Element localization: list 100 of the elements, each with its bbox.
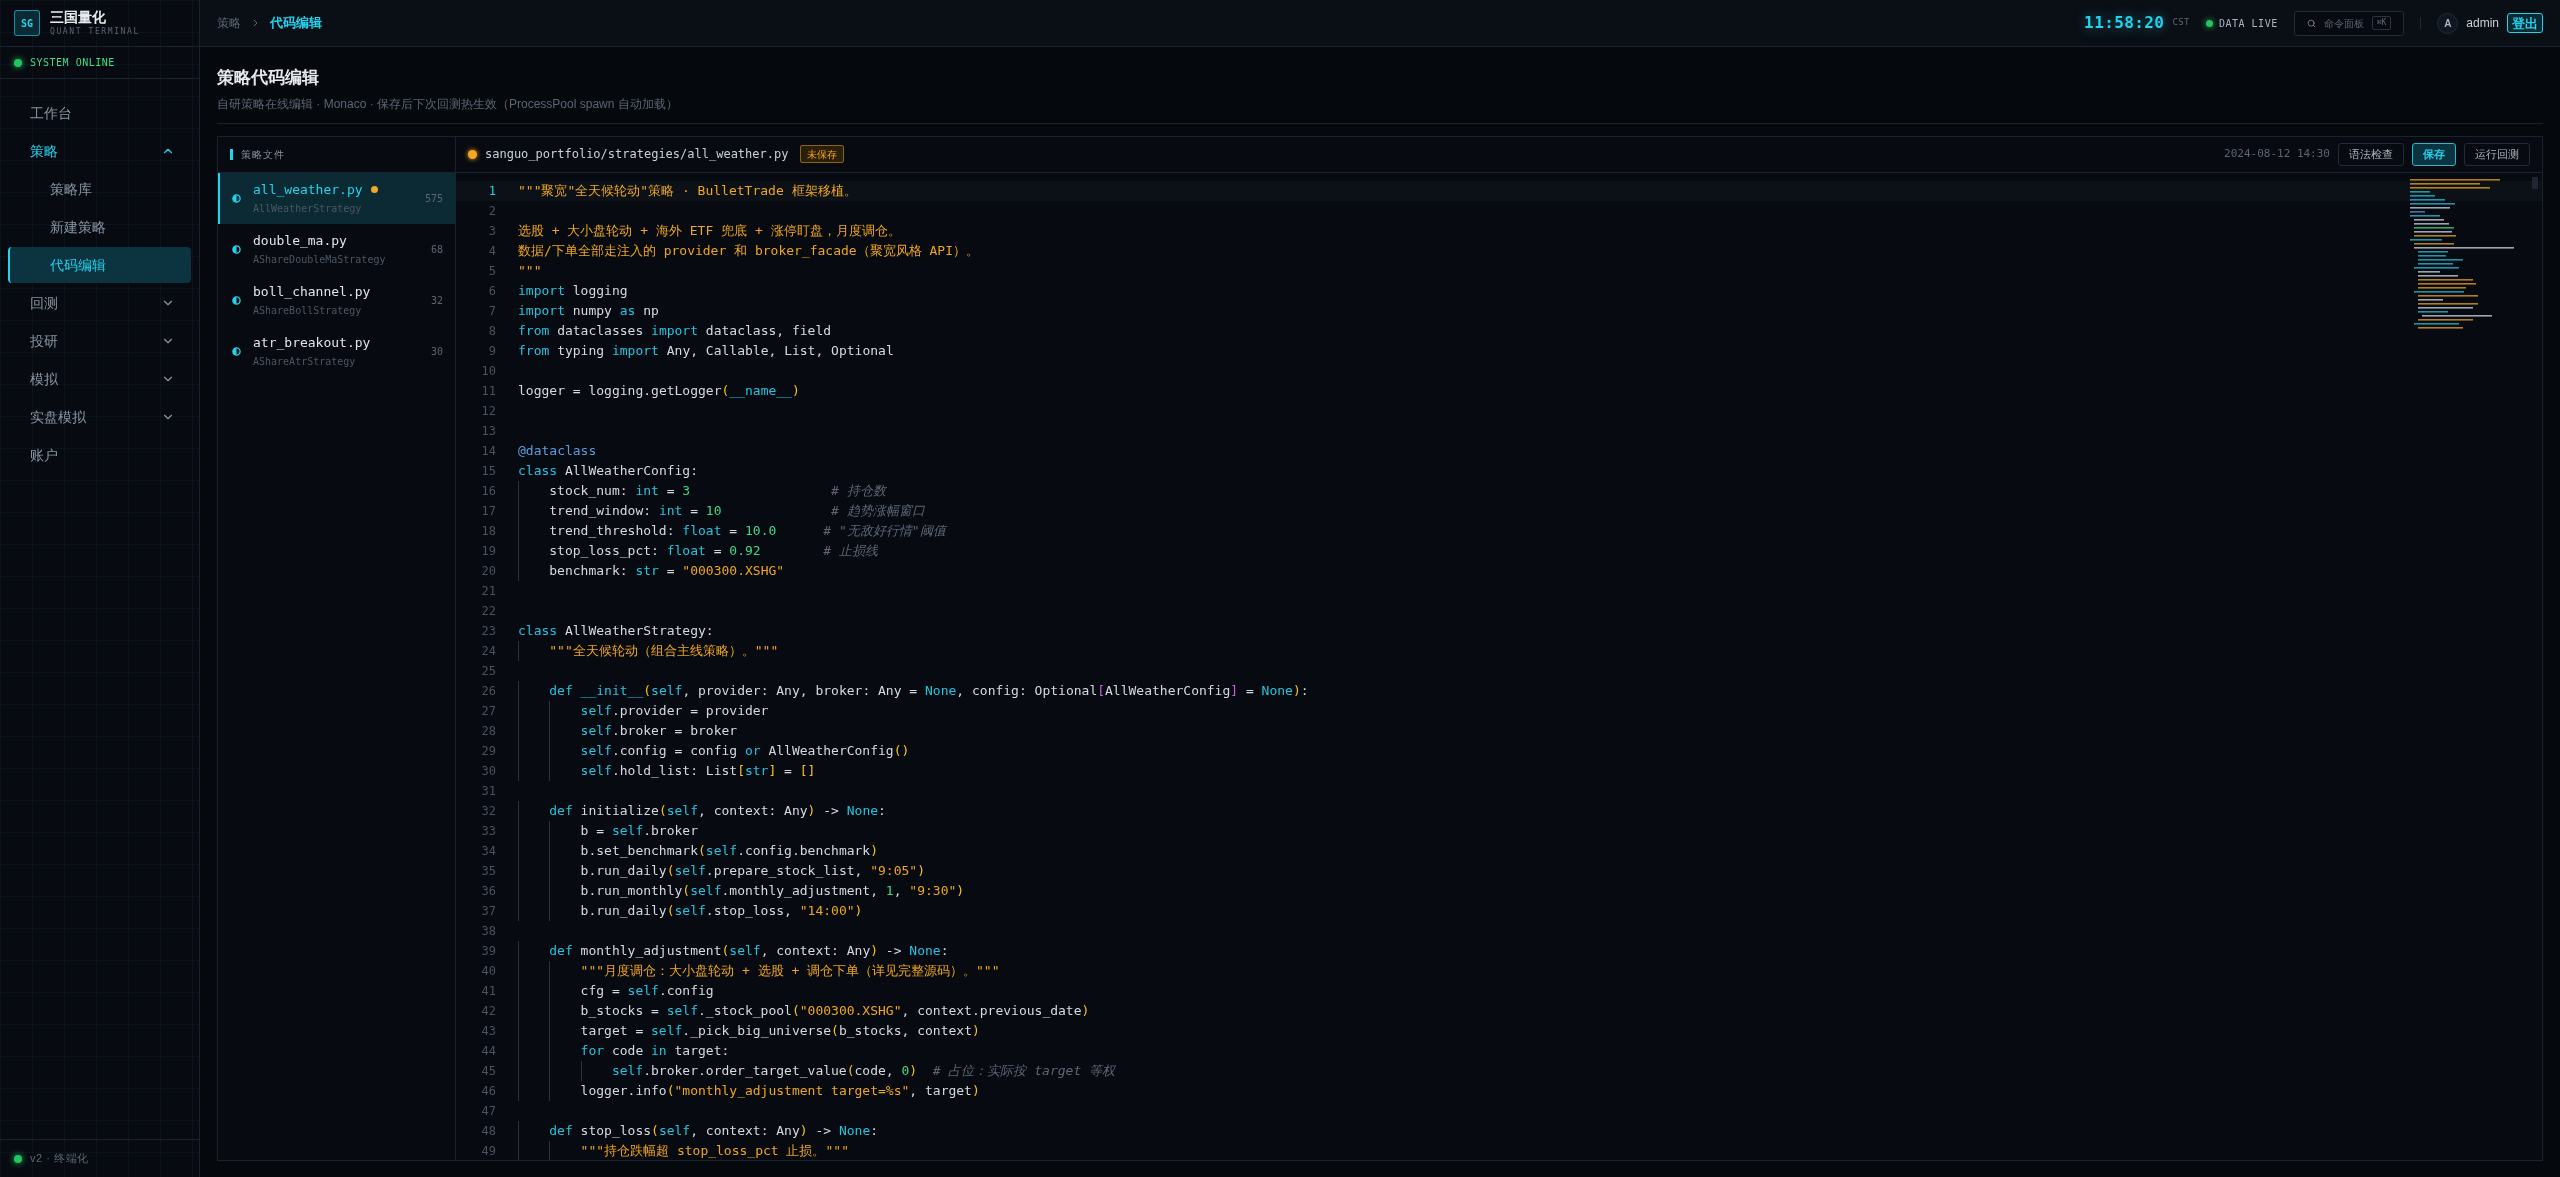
code-line: trend_window: int = 10 # 趋势涨幅窗口: [518, 500, 925, 521]
file-name: atr_breakout.py: [253, 333, 371, 352]
file-name: boll_channel.py: [253, 282, 371, 301]
code-line: self.config = config or AllWeatherConfig(): [518, 740, 910, 761]
line-number: 43: [480, 1022, 496, 1040]
line-number: 16: [480, 482, 496, 500]
line-number: 5: [487, 262, 496, 280]
nav-item[interactable]: 新建策略: [8, 209, 191, 245]
file-icon: [232, 346, 241, 356]
code-line: def __init__(self, provider: Any, broker: Any = None, config: Optional[AllWeatherConfig] = None):: [518, 680, 1309, 701]
code-line: def initialize(self, context: Any) -> None:: [518, 800, 886, 821]
chevron-right-icon: [253, 19, 258, 27]
code-line: def monthly_adjustment(self, context: Any) -> None:: [518, 940, 949, 961]
line-count: 32: [430, 293, 443, 308]
class-name: AShareAtrStrategy: [253, 355, 357, 370]
line-number: 4: [487, 242, 496, 260]
code-line: target = self._pick_big_universe(b_stocks, context): [518, 1020, 980, 1041]
code-line: benchmark: str = "000300.XSHG": [518, 560, 785, 581]
line-number: 49: [480, 1142, 496, 1160]
line-number: 46: [480, 1082, 496, 1100]
line-number: 26: [480, 682, 496, 700]
nav-item[interactable]: 策略库: [8, 171, 191, 207]
line-number: 45: [480, 1062, 496, 1080]
line-number: 2: [487, 202, 496, 220]
line-number: 14: [480, 442, 496, 460]
line-number: 10: [480, 362, 496, 380]
section-marker-icon: [230, 148, 233, 160]
line-count: 30: [430, 344, 443, 359]
nav-item[interactable]: 实盘模拟: [8, 399, 191, 435]
line-number: 36: [480, 882, 496, 900]
line-number: 8: [487, 322, 496, 340]
shortcut-key: ⌘K: [2371, 16, 2392, 30]
line-number: 3: [487, 222, 496, 240]
code-line: stock_num: int = 3 # 持仓数: [518, 480, 886, 501]
line-number: 44: [480, 1042, 496, 1060]
line-number: 34: [480, 842, 496, 860]
version-label: v2 · 终端化: [30, 1151, 89, 1167]
code-line: import numpy as np: [518, 301, 659, 320]
code-line: self.provider = provider: [518, 700, 769, 721]
line-number: 42: [480, 1002, 496, 1020]
page-title: 策略代码编辑: [217, 67, 320, 89]
line-number: 33: [480, 822, 496, 840]
toolbar-button[interactable]: 保存: [2412, 142, 2456, 166]
line-number: 39: [480, 942, 496, 960]
line-number: 7: [487, 302, 496, 320]
line-number: 21: [480, 582, 496, 600]
code-line: stop_loss_pct: float = 0.92 # 止损线: [518, 540, 878, 561]
line-number: 20: [480, 562, 496, 580]
nav-item[interactable]: 代码编辑: [8, 247, 191, 283]
file-icon: [232, 244, 241, 254]
line-count: 575: [424, 191, 443, 206]
file-item[interactable]: all_weather.py AllWeatherStrategy 575: [218, 172, 455, 224]
file-name: all_weather.py: [253, 180, 363, 199]
file-name: double_ma.py: [253, 231, 347, 250]
code-line: logger.info("monthly_adjustment target=%s", target): [518, 1080, 980, 1101]
nav-item[interactable]: 模拟: [8, 361, 191, 397]
line-number: 37: [480, 902, 496, 920]
line-count: 68: [430, 242, 443, 257]
line-number: 18: [480, 522, 496, 540]
file-item[interactable]: atr_breakout.py AShareAtrStrategy 30: [218, 325, 455, 377]
code-line: cfg = self.config: [518, 980, 714, 1001]
class-name: AShareBollStrategy: [253, 304, 363, 319]
app-title: 三国量化: [50, 9, 107, 27]
nav-item[interactable]: 回测: [8, 285, 191, 321]
line-number: 27: [480, 702, 496, 720]
file-item[interactable]: double_ma.py AShareDoubleMaStrategy 68: [218, 223, 455, 275]
code-line: class AllWeatherStrategy:: [518, 621, 714, 640]
line-number: 24: [480, 642, 496, 660]
line-number: 13: [480, 422, 496, 440]
code-line: self.broker = broker: [518, 720, 738, 741]
timezone-label: CST: [2172, 16, 2190, 30]
nav-item[interactable]: 工作台: [8, 95, 191, 131]
command-palette-button[interactable]: 命令面板 ⌘K: [2293, 10, 2405, 36]
timestamp: 2024-08-12 14:30: [2224, 145, 2330, 162]
search-icon: [2306, 18, 2316, 28]
app-subtitle: QUANT TERMINAL: [50, 26, 140, 37]
avatar[interactable]: A: [2437, 12, 2459, 34]
toolbar-button[interactable]: 语法检查: [2338, 142, 2404, 166]
line-number: 32: [480, 802, 496, 820]
line-number: 25: [480, 662, 496, 680]
system-status: SYSTEM ONLINE: [30, 56, 115, 70]
file-item[interactable]: boll_channel.py AShareBollStrategy 32: [218, 274, 455, 326]
nav-item[interactable]: 投研: [8, 323, 191, 359]
line-number: 17: [480, 502, 496, 520]
code-line: 数据/下单全部走注入的 provider 和 broker_facade（聚宽风格 API）。: [518, 241, 979, 260]
code-line: """聚宽"全天候轮动"策略 · BulletTrade 框架移植。: [518, 181, 857, 200]
page-subtitle: 自研策略在线编辑 · Monaco · 保存后下次回测热生效（ProcessPool spawn 自动加载）: [217, 95, 679, 113]
logout-button[interactable]: 登出: [2507, 13, 2543, 33]
code-line: for code in target:: [518, 1040, 730, 1061]
code-line: class AllWeatherConfig:: [518, 461, 699, 480]
line-number: 19: [480, 542, 496, 560]
code-line: 选股 + 大小盘轮动 + 海外 ETF 兜底 + 涨停盯盘，月度调仓。: [518, 221, 901, 240]
scrollbar[interactable]: [2532, 176, 2538, 189]
line-number: 40: [480, 962, 496, 980]
code-line: self.hold_list: List[str] = []: [518, 760, 816, 781]
nav-item[interactable]: 策略: [8, 133, 191, 169]
code-line: self.broker.order_target_value(code, 0) # 占位：实际按 target 等权: [518, 1060, 1116, 1081]
toolbar-button[interactable]: 运行回测: [2464, 142, 2530, 166]
nav-item[interactable]: 账户: [8, 437, 191, 473]
code-line: b = self.broker: [518, 820, 698, 841]
